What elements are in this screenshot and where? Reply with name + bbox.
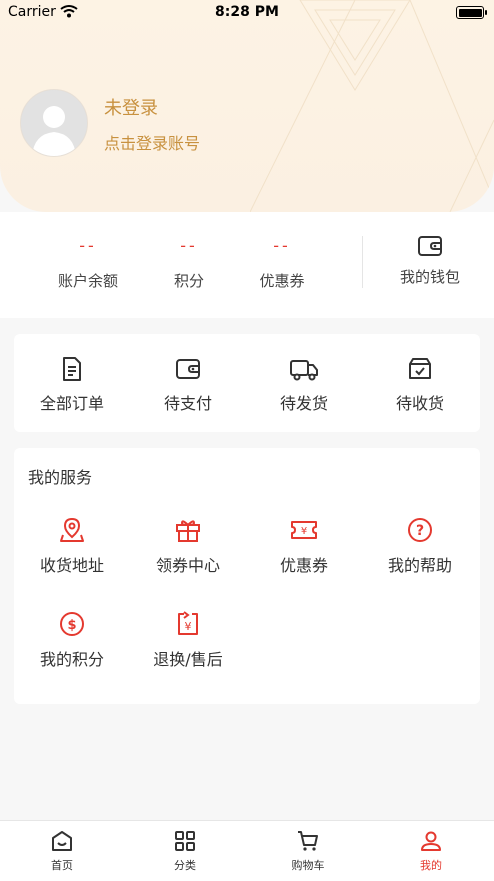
wallet-label: 我的钱包	[399, 268, 460, 286]
login-prompt[interactable]: 点击登录账号	[104, 130, 200, 154]
tab-category[interactable]: 分类	[145, 829, 225, 873]
service-label: 收货地址	[39, 556, 104, 575]
services-card: 我的服务 收货地址 领券中心 ¥ 优惠券 ? 我的帮助 $ 我的积分 ¥ 退换/…	[14, 448, 480, 704]
order-all[interactable]: 全部订单	[14, 356, 130, 414]
tab-cart[interactable]: 购物车	[268, 829, 348, 873]
stat-coupons[interactable]: -- 优惠券	[232, 236, 332, 291]
avatar[interactable]	[20, 89, 88, 157]
account-stats: -- 账户余额 -- 积分 -- 优惠券 我的钱包	[0, 212, 494, 318]
services-title: 我的服务	[28, 468, 93, 487]
user-icon	[391, 829, 471, 853]
order-label: 待发货	[279, 394, 328, 413]
order-label: 待支付	[163, 394, 212, 413]
status-bar: Carrier 8:28 PM	[0, 0, 494, 26]
tab-label: 分类	[174, 859, 196, 872]
header-decoration	[250, 0, 494, 212]
svg-text:¥: ¥	[185, 620, 192, 633]
orders-card: 全部订单 待支付 待发货 待收货	[14, 334, 480, 432]
svg-text:$: $	[67, 618, 76, 633]
stat-value: --	[273, 236, 291, 255]
order-pending-receipt[interactable]: 待收货	[362, 356, 478, 414]
stat-label: 优惠券	[259, 272, 305, 290]
grid-icon	[145, 829, 225, 853]
service-label: 退换/售后	[153, 650, 223, 669]
coupon-icon: ¥	[246, 516, 362, 544]
truck-icon	[246, 356, 362, 382]
gift-icon	[130, 516, 246, 544]
wallet-icon	[380, 234, 480, 258]
bottom-tab-bar: 首页 分类 购物车 我的	[0, 820, 494, 881]
tab-home[interactable]: 首页	[22, 829, 102, 873]
service-label: 优惠券	[279, 556, 328, 575]
tab-label: 我的	[420, 859, 442, 872]
service-label: 领券中心	[155, 556, 220, 575]
service-coupon-center[interactable]: 领券中心	[130, 516, 246, 576]
default-avatar-icon	[21, 90, 87, 156]
cart-icon	[268, 829, 348, 853]
profile-header: Carrier 8:28 PM 未登录 点击登录账号	[0, 0, 494, 212]
wallet-button[interactable]: 我的钱包	[380, 234, 480, 287]
stat-balance[interactable]: -- 账户余额	[38, 236, 138, 291]
battery-icon	[456, 6, 487, 19]
svg-text:¥: ¥	[301, 526, 307, 537]
help-icon: ?	[362, 516, 478, 544]
order-pending-payment[interactable]: 待支付	[130, 356, 246, 414]
stat-label: 账户余额	[57, 272, 118, 290]
service-label: 我的帮助	[387, 556, 452, 575]
stats-divider	[362, 236, 363, 288]
tab-mine[interactable]: 我的	[391, 829, 471, 873]
document-icon	[14, 356, 130, 382]
home-icon	[22, 829, 102, 853]
service-refund[interactable]: ¥ 退换/售后	[130, 610, 246, 670]
service-label: 我的积分	[39, 650, 104, 669]
stat-label: 积分	[173, 272, 204, 290]
service-address[interactable]: 收货地址	[14, 516, 130, 576]
location-icon	[14, 516, 130, 544]
service-coupons[interactable]: ¥ 优惠券	[246, 516, 362, 576]
svg-text:?: ?	[416, 523, 424, 539]
box-check-icon	[362, 356, 478, 382]
order-pending-shipment[interactable]: 待发货	[246, 356, 362, 414]
service-help[interactable]: ? 我的帮助	[362, 516, 478, 576]
stat-value: --	[180, 236, 198, 255]
dollar-icon: $	[14, 610, 130, 638]
order-label: 全部订单	[39, 394, 104, 413]
stat-value: --	[79, 236, 97, 255]
wallet-icon	[130, 356, 246, 382]
tab-label: 首页	[51, 859, 73, 872]
stat-points[interactable]: -- 积分	[139, 236, 239, 291]
order-label: 待收货	[395, 394, 444, 413]
refund-icon: ¥	[130, 610, 246, 638]
login-status[interactable]: 未登录	[104, 94, 158, 120]
status-time: 8:28 PM	[215, 4, 279, 20]
tab-label: 购物车	[291, 859, 325, 872]
service-points[interactable]: $ 我的积分	[14, 610, 130, 670]
